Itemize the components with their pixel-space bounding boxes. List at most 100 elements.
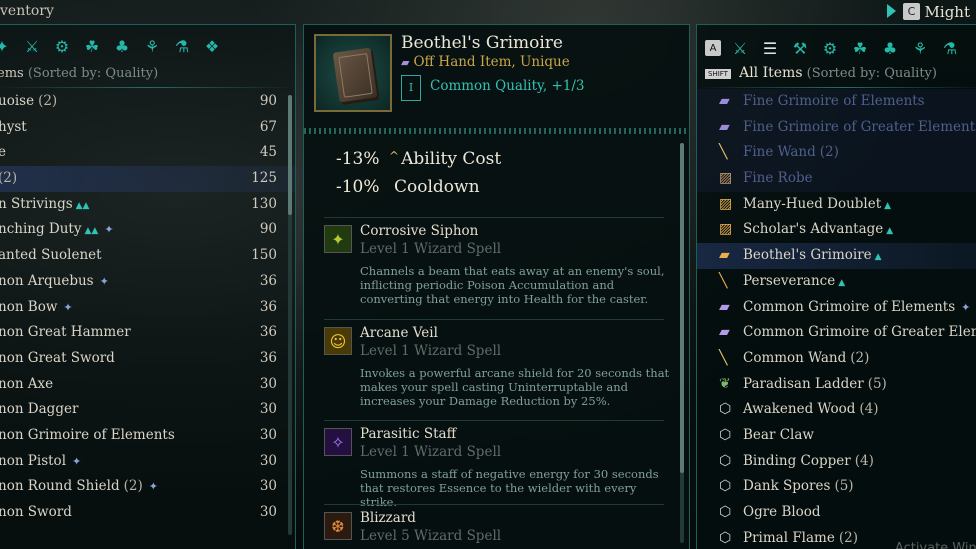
item-name-text: e bbox=[0, 144, 6, 161]
list-item[interactable]: ❦ Paradisan Ladder (5) bbox=[697, 372, 976, 398]
item-name: Dank Spores (5) bbox=[743, 474, 854, 500]
trait-icon: ✦ bbox=[148, 480, 158, 494]
list-item[interactable]: ▰ Fine Grimoire of Elements bbox=[697, 89, 976, 115]
sort-header-right[interactable]: SHIFT All Items (Sorted by: Quality) bbox=[705, 65, 937, 81]
inventory-panel-left: ✦ ⚔ ⚙ ☘ ♣ ⚘ ⚗ ❖ ems (Sorted by: Quality) uoise(… bbox=[0, 24, 296, 549]
list-item[interactable]: n Strivings ▲▲ 130 bbox=[0, 192, 295, 218]
list-item[interactable]: non Great Sword 36 bbox=[0, 346, 295, 372]
item-type-icon: ╲ bbox=[719, 349, 728, 366]
item-count: (4) bbox=[854, 452, 874, 469]
category-tab-icon[interactable]: ❖ bbox=[201, 35, 223, 57]
sort-header-sub: (Sorted by: Quality) bbox=[806, 66, 937, 81]
category-tab-icon[interactable]: ⚘ bbox=[909, 37, 931, 59]
item-type-icon: ╲ bbox=[719, 144, 728, 161]
category-tab-icon[interactable]: ⚗ bbox=[939, 37, 961, 59]
list-item[interactable]: ⬡ Ogre Blood bbox=[697, 500, 976, 526]
item-name-text: Paradisan Ladder bbox=[743, 375, 864, 392]
skill-name: Parasitic Staff bbox=[360, 426, 457, 442]
list-item[interactable]: ⬡ Dank Spores (5) bbox=[697, 474, 976, 500]
category-tab-icon[interactable]: ⚘ bbox=[141, 35, 163, 57]
list-item[interactable]: non Arquebus ✦ 36 bbox=[0, 269, 295, 295]
item-list: uoise(2)90hyst67 e 45 (2)125n Strivings▲▲13… bbox=[0, 89, 295, 526]
list-item[interactable]: ▨ Scholar's Advantage ▲ bbox=[697, 217, 976, 243]
detail-scrollbar[interactable] bbox=[680, 143, 684, 543]
list-item[interactable]: nching Duty ▲▲ ✦ 90 bbox=[0, 217, 295, 243]
item-name: Fine Wand (2) bbox=[743, 140, 839, 166]
stat-row: -10% Cooldown bbox=[336, 177, 480, 197]
category-tab-icon[interactable]: ☘ bbox=[81, 35, 103, 57]
detail-scrollbar-thumb[interactable] bbox=[680, 143, 684, 473]
category-tab-icon[interactable]: ⚙ bbox=[51, 35, 73, 57]
item-value: 150 bbox=[251, 247, 277, 264]
item-name-text: non Arquebus bbox=[0, 272, 94, 289]
item-name: Primal Flame (2) bbox=[743, 526, 858, 549]
item-name-text: non Axe bbox=[0, 375, 54, 392]
category-tab-icon[interactable]: ☰ bbox=[759, 37, 781, 59]
category-tab-icon[interactable]: ⚔ bbox=[729, 37, 751, 59]
item-type-icon: ⬡ bbox=[719, 478, 732, 495]
list-item[interactable]: non Sword 30 bbox=[0, 500, 295, 526]
list-item[interactable]: anted Suolenet 150 bbox=[0, 243, 295, 269]
item-type-icon: ▨ bbox=[719, 221, 733, 238]
item-name: Common Grimoire of Greater Elemen bbox=[743, 320, 976, 346]
skill-level: Level 1 Wizard Spell bbox=[360, 241, 502, 257]
play-arrow-icon[interactable] bbox=[887, 4, 896, 18]
sort-header[interactable]: ems (Sorted by: Quality) bbox=[0, 66, 158, 81]
list-item[interactable]: ⬡ Binding Copper (4) bbox=[697, 449, 976, 475]
list-item[interactable]: ▰ Common Grimoire of Greater Elemen bbox=[697, 320, 976, 346]
skill-divider bbox=[324, 504, 664, 505]
category-tab-icon[interactable]: ⚒ bbox=[789, 37, 811, 59]
category-tab-icon[interactable]: ♣ bbox=[879, 37, 901, 59]
stat-label: Ability Cost bbox=[401, 149, 502, 169]
list-item[interactable]: ▰ Fine Grimoire of Greater Elements bbox=[697, 114, 976, 141]
item-name-text: Common Grimoire of Greater Elemen bbox=[743, 324, 976, 341]
list-item[interactable]: e 45 bbox=[0, 140, 295, 166]
scrollbar-thumb[interactable] bbox=[288, 95, 292, 215]
list-item[interactable]: hyst 67 bbox=[0, 115, 295, 141]
list-item[interactable]: (2) 125 bbox=[0, 166, 295, 192]
item-name: hyst bbox=[0, 115, 27, 141]
item-value: 45 bbox=[259, 144, 277, 161]
item-type-icon: ⬡ bbox=[719, 426, 732, 443]
item-value: 90 bbox=[259, 93, 277, 109]
category-tab-icon[interactable]: ⚙ bbox=[819, 37, 841, 59]
skill-icon: ✧ bbox=[324, 428, 352, 456]
item-value: 30 bbox=[259, 426, 277, 443]
category-tab-icon[interactable]: ✦ bbox=[0, 35, 13, 57]
list-item[interactable]: ▰ Common Grimoire of Elements ✦ bbox=[697, 295, 976, 321]
list-item[interactable]: non Bow ✦ 36 bbox=[0, 295, 295, 321]
item-name-text: Fine Grimoire of Greater Elements bbox=[743, 118, 976, 135]
item-type-icon: ❦ bbox=[719, 375, 731, 392]
list-item[interactable]: non Round Shield (2) ✦ 30 bbox=[0, 474, 295, 500]
list-item[interactable]: ▨ Fine Robe bbox=[697, 166, 976, 192]
item-quality: Common Quality, +1/3 bbox=[430, 78, 585, 94]
category-tab-icon[interactable]: ⚔ bbox=[21, 35, 43, 57]
might-label[interactable]: Might bbox=[925, 3, 970, 21]
category-tab-icon[interactable]: ⚗ bbox=[171, 35, 193, 57]
list-item[interactable]: non Grimoire of Elements 30 bbox=[0, 423, 295, 449]
item-count: (4) bbox=[859, 401, 879, 418]
windows-activation-watermark: Activate Wind bbox=[894, 541, 976, 549]
category-tab-icon[interactable]: ☘ bbox=[849, 37, 871, 59]
list-item[interactable]: ▨ Many-Hued Doublet ▲ bbox=[697, 192, 976, 218]
scrollbar[interactable] bbox=[288, 95, 292, 535]
sort-header-sub: (Sorted by: Quality) bbox=[27, 66, 159, 81]
list-item[interactable]: ╲ Common Wand (2) bbox=[697, 346, 976, 372]
list-item[interactable]: non Great Hammer 36 bbox=[0, 320, 295, 346]
list-item[interactable]: non Axe 30 bbox=[0, 372, 295, 398]
list-item[interactable]: ╲ Perseverance ▲ bbox=[697, 269, 976, 295]
list-item[interactable]: non Pistol ✦ 30 bbox=[0, 449, 295, 475]
list-item[interactable]: ╲ Fine Wand (2) bbox=[697, 140, 976, 167]
list-item[interactable]: uoise (2) 90 bbox=[0, 89, 295, 115]
item-name: Ogre Blood bbox=[743, 500, 821, 526]
grimoire-small-icon: ▰ bbox=[401, 56, 410, 69]
item-name: non Sword bbox=[0, 500, 72, 526]
list-item[interactable]: ⬡ Awakened Wood (4) bbox=[697, 397, 976, 423]
item-type-icon: ▰ bbox=[719, 118, 730, 135]
category-tab-icon[interactable]: ♣ bbox=[111, 35, 133, 57]
list-item[interactable]: non Dagger 30 bbox=[0, 397, 295, 423]
increase-caret-icon: ^ bbox=[389, 149, 400, 163]
item-value: 30 bbox=[259, 375, 277, 392]
list-item[interactable]: ▰ Beothel's Grimoire ▲ bbox=[697, 243, 976, 269]
list-item[interactable]: ⬡ Bear Claw bbox=[697, 423, 976, 449]
